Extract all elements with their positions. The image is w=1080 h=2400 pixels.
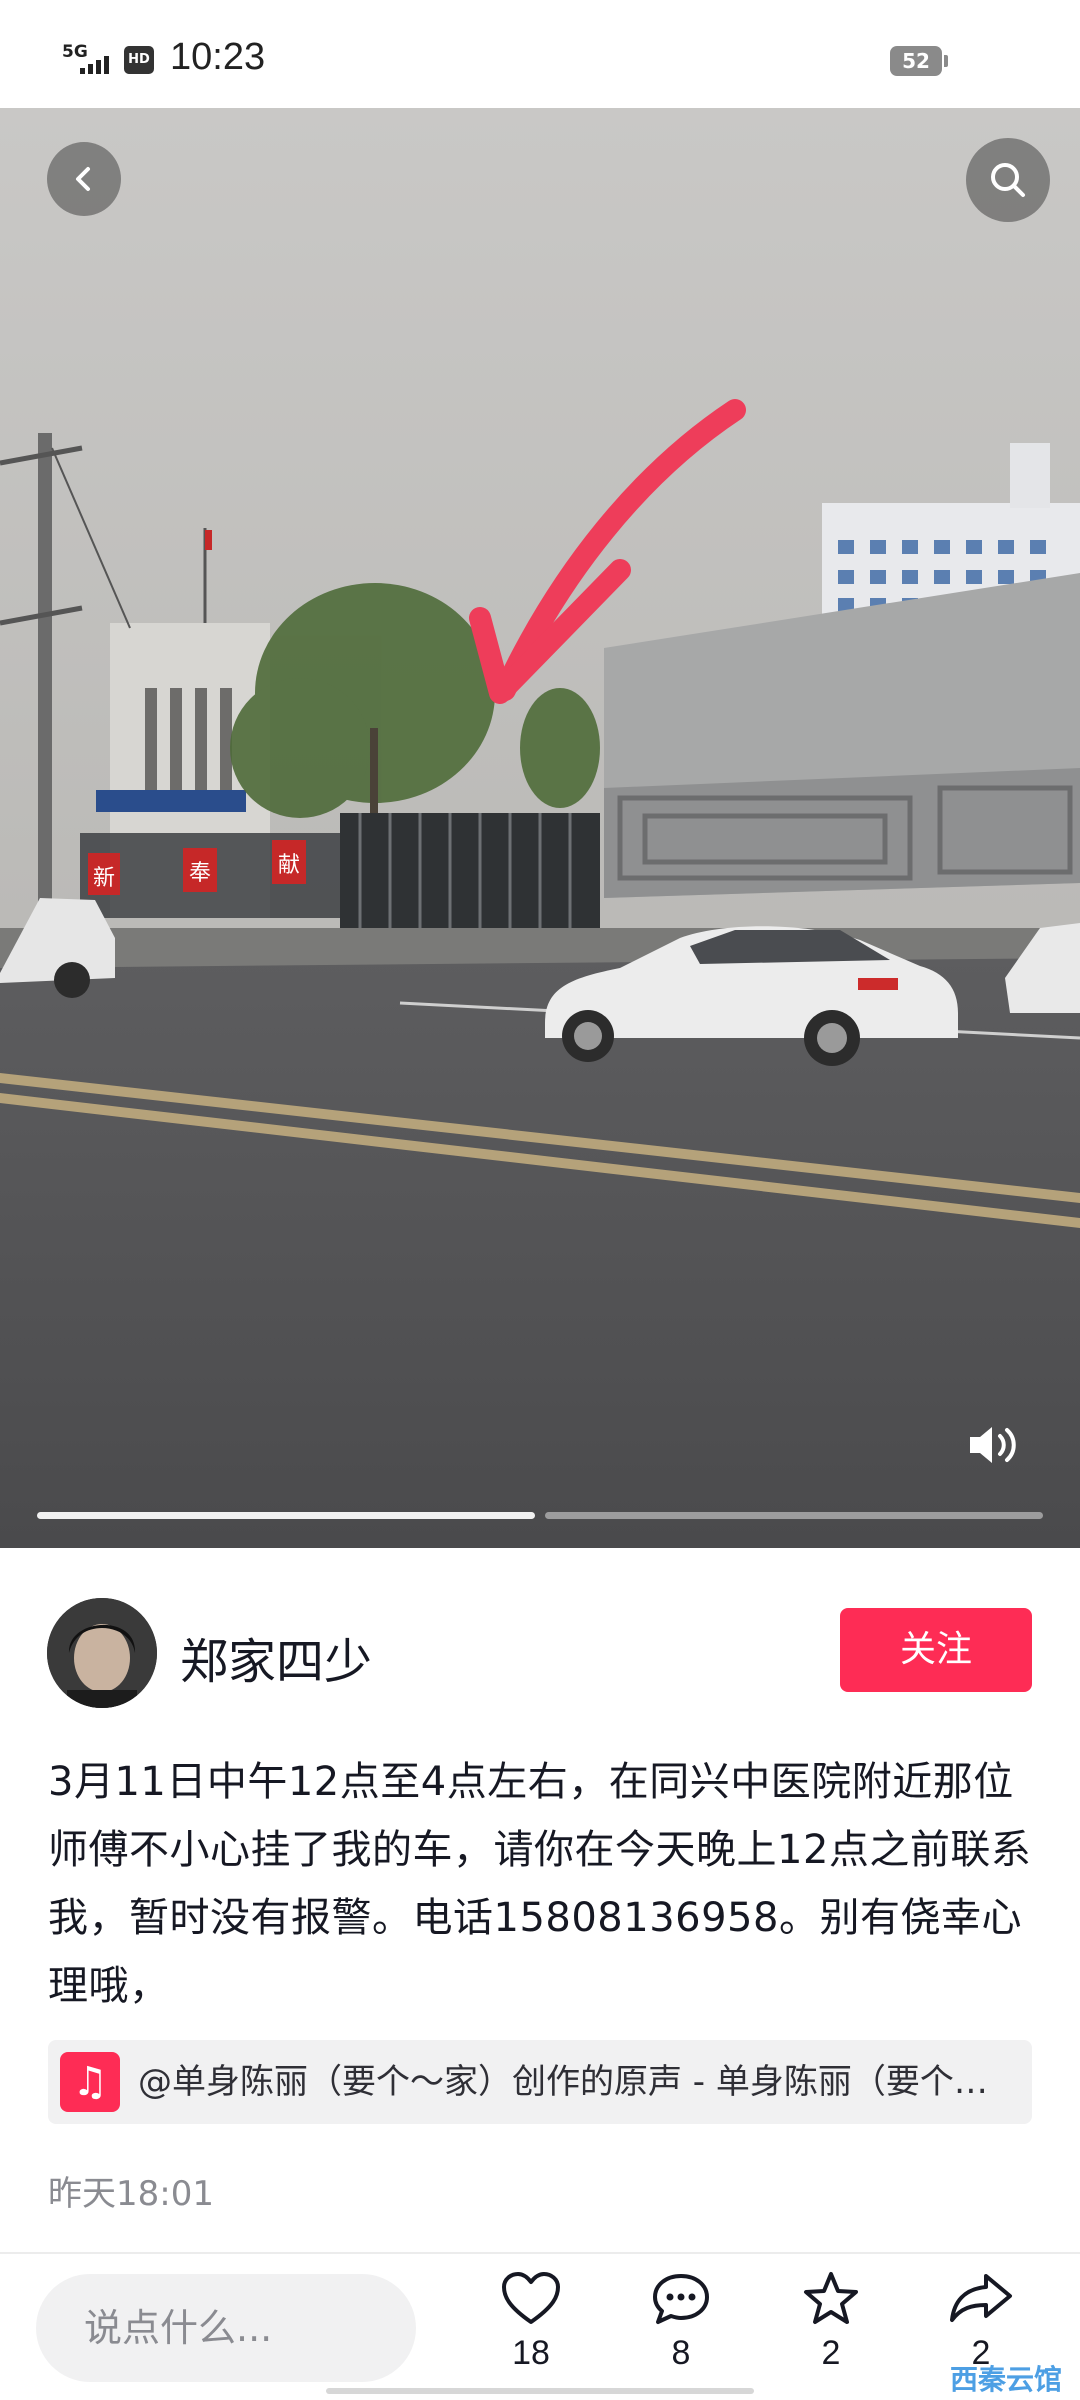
post-image[interactable]: 新 奉 献: [0, 108, 1080, 1548]
comment-button[interactable]: 8: [626, 2270, 736, 2373]
battery-icon: 52: [890, 46, 948, 76]
avatar[interactable]: [47, 1598, 157, 1708]
sign-char-3: 献: [278, 853, 300, 878]
search-button[interactable]: [966, 138, 1050, 222]
hd-badge: HD: [124, 46, 154, 74]
like-count: 18: [512, 2334, 550, 2372]
back-icon: [76, 167, 90, 191]
follow-button[interactable]: 关注: [840, 1608, 1032, 1692]
music-chip[interactable]: ♫ @单身陈丽（要个～家）创作的原声 - 单身陈丽（要个～家）: [48, 2040, 1032, 2124]
back-button[interactable]: [47, 142, 121, 216]
favorite-count: 2: [821, 2334, 841, 2372]
search-icon: [991, 163, 1025, 197]
signal-icon: 5G: [62, 42, 110, 76]
slide-indicator-1: [37, 1512, 535, 1519]
street-photo: 新 奉 献: [0, 108, 1080, 1548]
watermark: 西秦云馆: [950, 2363, 1063, 2396]
comment-input[interactable]: 说点什么...: [36, 2274, 416, 2382]
sign-char-2: 奉: [189, 861, 211, 886]
sign-char-1: 新: [93, 866, 115, 891]
status-bar: 5G HD 10:23 52: [0, 0, 1080, 108]
author-name[interactable]: 郑家四少: [180, 1622, 372, 1692]
heart-icon: [502, 2272, 560, 2324]
star-icon: [804, 2272, 858, 2324]
author-row: 郑家四少 关注: [0, 1580, 1080, 1720]
avatar-image: [47, 1598, 157, 1708]
favorite-button[interactable]: 2: [776, 2270, 886, 2373]
bottom-action-bar: 说点什么... 18 8 2 2: [0, 2254, 1080, 2400]
share-icon: [950, 2274, 1012, 2322]
music-note-icon: ♫: [60, 2052, 120, 2112]
volume-button[interactable]: [966, 1422, 1022, 1468]
comment-count: 8: [671, 2334, 691, 2372]
post-time: 昨天18:01: [48, 2174, 214, 2214]
slide-indicator-2: [545, 1512, 1043, 1519]
status-time: 10:23: [170, 36, 266, 78]
post-caption: 3月11日中午12点至4点左右，在同兴中医院附近那位师傅不小心挂了我的车，请你在…: [48, 1759, 1032, 2009]
volume-icon: [970, 1427, 1016, 1463]
music-title: @单身陈丽（要个～家）创作的原声 - 单身陈丽（要个～家）: [138, 2062, 1018, 2102]
home-indicator[interactable]: [326, 2388, 754, 2394]
like-button[interactable]: 18: [476, 2270, 586, 2373]
comment-icon: [653, 2274, 709, 2324]
